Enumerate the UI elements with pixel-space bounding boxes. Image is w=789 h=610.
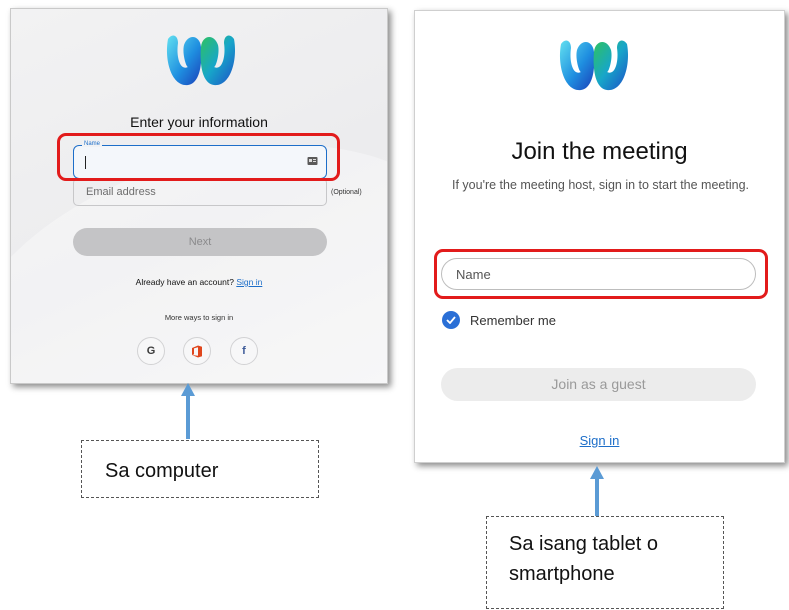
page-subtitle: If you're the meeting host, sign in to s… (452, 178, 749, 192)
tablet-caption: Sa isang tablet o smartphone (486, 516, 724, 609)
desktop-join-screen: Enter your information Name Email addres… (10, 8, 388, 384)
computer-caption: Sa computer (81, 440, 319, 498)
sign-in-link[interactable]: Sign in (415, 433, 784, 448)
webex-logo-icon (166, 35, 236, 86)
facebook-sign-in-button[interactable]: f (230, 337, 258, 365)
next-button[interactable]: Next (73, 228, 327, 256)
office-icon (192, 345, 202, 357)
mobile-join-screen: Join the meeting If you're the meeting h… (414, 10, 785, 463)
up-arrow-icon (590, 466, 604, 518)
email-field[interactable]: Email address (73, 178, 327, 206)
page-title: Enter your information (130, 114, 268, 130)
google-sign-in-button[interactable]: G (137, 337, 165, 365)
google-icon: G (146, 345, 156, 357)
remember-me-label[interactable]: Remember me (470, 313, 556, 328)
account-prompt: Already have an account? Sign in (11, 277, 387, 287)
name-field-highlight (434, 249, 768, 299)
webex-logo-icon (559, 40, 629, 91)
facebook-icon: f (242, 345, 246, 357)
checkmark-icon (446, 316, 456, 324)
remember-me-checkbox[interactable] (442, 311, 460, 329)
account-prompt-text: Already have an account? (135, 277, 234, 287)
tablet-caption-line1: Sa isang tablet o (509, 533, 658, 555)
optional-label: (Optional) (331, 189, 362, 196)
more-ways-label: More ways to sign in (164, 313, 234, 322)
name-field-highlight (57, 133, 340, 181)
up-arrow-icon (181, 383, 195, 439)
tablet-caption-line2: smartphone (509, 563, 615, 585)
sign-in-link[interactable]: Sign in (236, 277, 262, 287)
office-sign-in-button[interactable] (183, 337, 211, 365)
computer-caption-text: Sa computer (105, 460, 219, 482)
join-as-guest-button[interactable]: Join as a guest (441, 368, 756, 401)
page-title: Join the meeting (511, 138, 688, 165)
